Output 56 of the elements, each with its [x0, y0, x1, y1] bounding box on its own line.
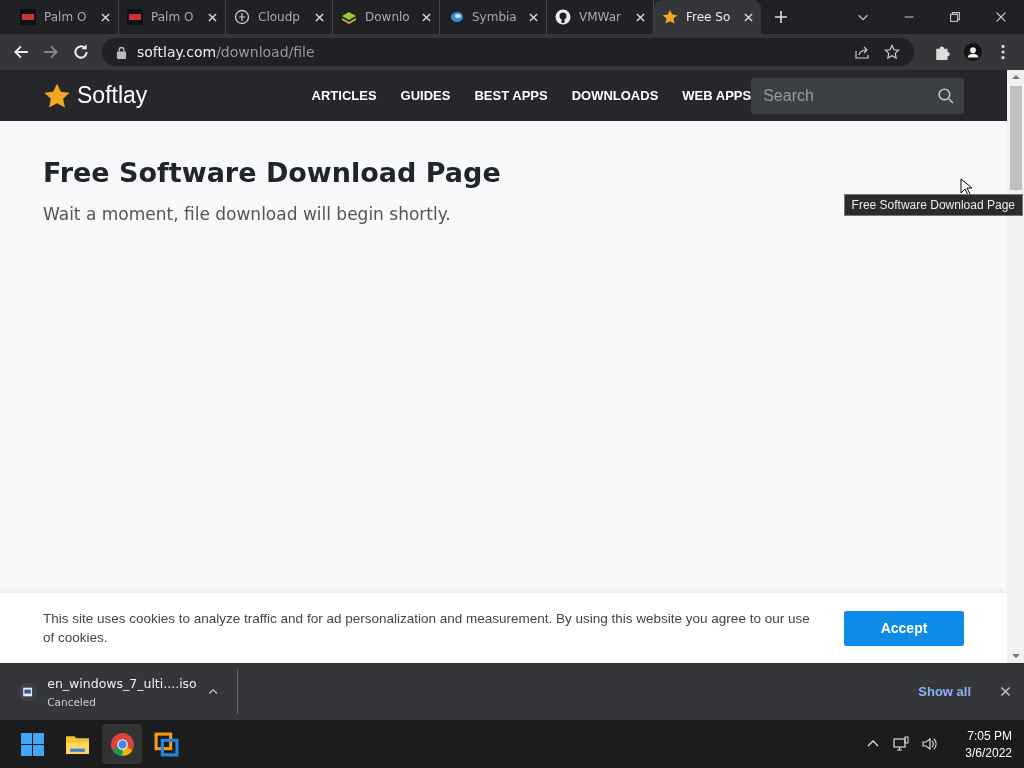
layers-icon — [341, 9, 357, 25]
github-icon — [555, 9, 571, 25]
search-icon[interactable] — [937, 86, 954, 104]
cursor-icon — [960, 178, 972, 196]
share-icon[interactable] — [854, 44, 870, 60]
disc-image-icon — [18, 680, 38, 703]
scroll-down-icon[interactable] — [1011, 654, 1020, 658]
close-icon[interactable] — [208, 12, 217, 22]
close-icon[interactable] — [636, 12, 645, 22]
vm-icon[interactable] — [154, 731, 179, 757]
nav-link[interactable]: DOWNLOADS — [571, 88, 659, 103]
file-name[interactable]: en_windows_7_ulti....iso — [47, 675, 197, 691]
scroll-up-icon[interactable] — [1011, 75, 1020, 79]
nav-link[interactable]: WEB APPS — [682, 88, 752, 103]
close-icon[interactable] — [994, 10, 1008, 24]
url-text: softlay.com/download/file — [137, 44, 315, 60]
site-logo[interactable]: Softlay — [77, 82, 148, 109]
forward-arrow-icon[interactable] — [42, 43, 60, 61]
network-icon[interactable] — [893, 736, 910, 752]
nav-link[interactable]: ARTICLES — [311, 88, 377, 103]
page-heading: Free Software Download Page — [43, 157, 501, 188]
plus-icon[interactable] — [773, 9, 789, 25]
cookie-text: This site uses cookies to analyze traffic and for ad personalization and measurement. By using this website you agree to our use of cookies. — [43, 610, 811, 647]
show-all-link[interactable]: Show all — [918, 684, 971, 699]
nav-link[interactable]: GUIDES — [400, 88, 451, 103]
back-arrow-icon[interactable] — [12, 43, 30, 61]
accept-button[interactable]: Accept — [844, 610, 964, 646]
speaker-icon[interactable] — [921, 736, 938, 752]
star-outline-icon[interactable] — [884, 44, 900, 60]
nav-link[interactable]: BEST APPS — [474, 88, 548, 103]
search-field[interactable]: Search — [751, 77, 964, 114]
pdb-logo-icon — [20, 9, 36, 25]
profile-icon[interactable] — [964, 43, 982, 61]
close-icon[interactable] — [101, 12, 110, 22]
clock-date[interactable]: 3/6/2022 — [965, 745, 1012, 760]
download-status: Canceled — [47, 695, 97, 708]
page-subtitle: Wait a moment, file download will begin shortly. — [43, 204, 451, 224]
start-icon[interactable] — [20, 731, 45, 757]
close-icon[interactable] — [422, 12, 431, 22]
address-bar[interactable]: softlay.com/download/file — [102, 38, 914, 66]
pdb-logo-icon — [127, 9, 143, 25]
lock-icon — [116, 45, 127, 59]
reload-icon[interactable] — [72, 43, 90, 61]
close-icon[interactable] — [315, 12, 324, 22]
browser-tab[interactable]: Free So — [654, 0, 761, 34]
star-icon — [662, 9, 678, 25]
clock-time[interactable]: 7:05 PM — [967, 728, 1012, 743]
chrome-icon[interactable] — [109, 731, 135, 757]
close-icon[interactable] — [999, 685, 1012, 698]
swirl-icon — [448, 9, 464, 25]
close-icon[interactable] — [529, 12, 538, 22]
scrollbar-thumb[interactable] — [1009, 86, 1022, 190]
restore-icon[interactable] — [948, 10, 962, 24]
globe-icon — [234, 9, 250, 25]
tooltip: Free Software Download Page — [843, 194, 1023, 216]
close-icon[interactable] — [744, 12, 753, 22]
